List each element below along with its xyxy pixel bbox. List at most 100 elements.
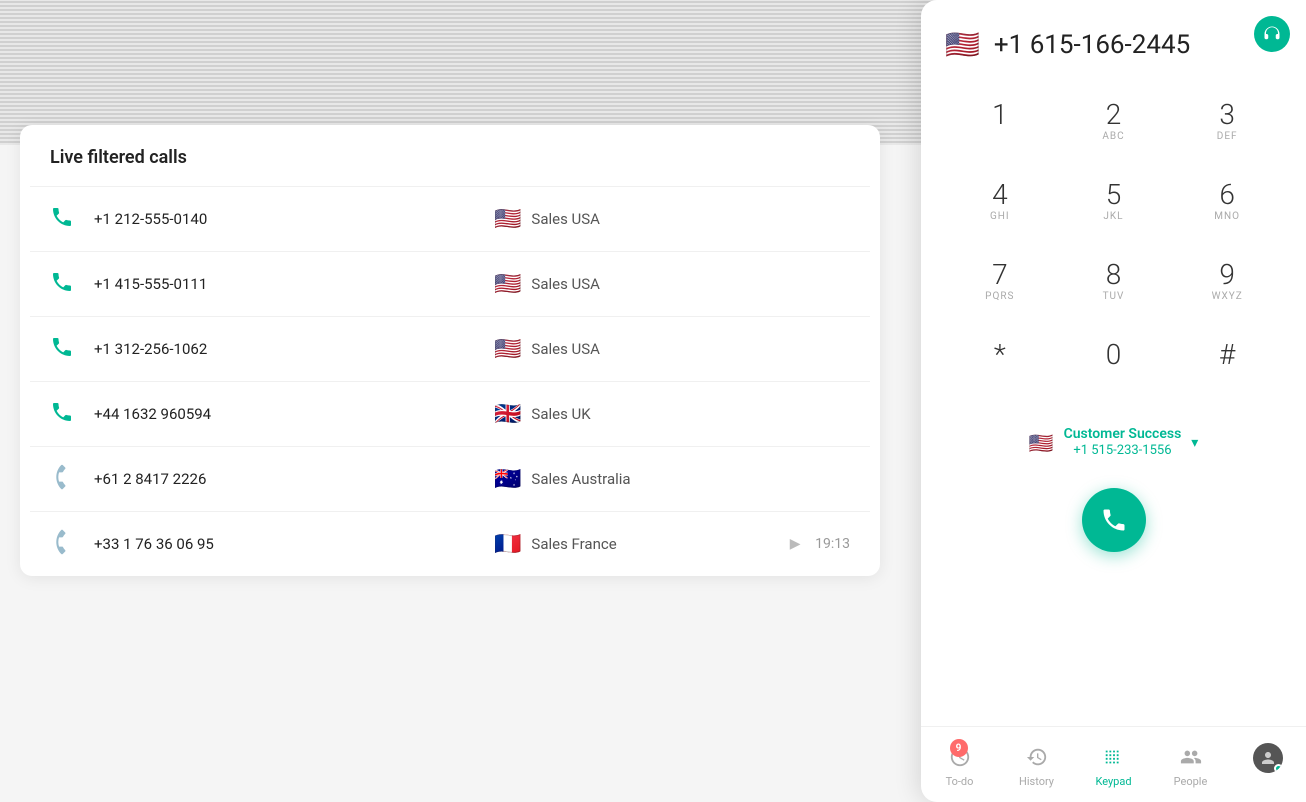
call-type-icon <box>50 335 78 363</box>
keypad-key-2[interactable]: 2 ABC <box>1059 85 1169 161</box>
call-type-icon <box>50 530 78 558</box>
nav-item-todo[interactable]: 9 To-do <box>921 737 998 794</box>
keypad-key-3[interactable]: 3 DEF <box>1172 85 1282 161</box>
call-type-icon <box>50 270 78 298</box>
nav-label: Keypad <box>1095 775 1131 788</box>
keypad-key-8[interactable]: 8 TUV <box>1059 245 1169 321</box>
key-letters: JKL <box>1103 211 1123 225</box>
keypad-key-5[interactable]: 5 JKL <box>1059 165 1169 241</box>
key-digit: * <box>994 341 1006 369</box>
nav-item-keypad[interactable]: Keypad <box>1075 737 1152 794</box>
keypad-key-1[interactable]: 1 <box>945 85 1055 161</box>
key-letters: PQRS <box>985 291 1014 305</box>
key-digit: 7 <box>992 261 1008 289</box>
call-team: 🇫🇷 Sales France <box>494 532 617 557</box>
dialer-number-row: 🇺🇸 +1 615-166-2445 × <box>921 0 1306 81</box>
call-type-icon <box>50 465 78 493</box>
key-digit: 6 <box>1219 181 1235 209</box>
key-digit: # <box>1219 341 1235 369</box>
keypad-key-0[interactable]: 0 <box>1059 325 1169 401</box>
call-button-row <box>921 476 1306 572</box>
nav-item-history[interactable]: History <box>998 737 1075 794</box>
dialer-popup: 🇺🇸 +1 615-166-2445 × 1 2 ABC 3 DEF 4 GHI… <box>921 0 1306 802</box>
call-team-name: Sales USA <box>531 210 600 228</box>
key-digit: 4 <box>992 181 1008 209</box>
nav-label: To-do <box>946 775 974 788</box>
key-letters: ABC <box>1102 131 1124 145</box>
chevron-down-icon[interactable]: ▾ <box>1191 435 1198 451</box>
key-letters: WXYZ <box>1212 291 1243 305</box>
key-letters: TUV <box>1103 291 1125 305</box>
nav-label: People <box>1174 775 1208 788</box>
from-name: Customer Success <box>1064 425 1182 443</box>
from-number-display: Customer Success +1 515-233-1556 <box>1064 425 1182 460</box>
people-icon <box>1177 743 1205 771</box>
call-row[interactable]: +44 1632 960594 🇬🇧 Sales UK <box>30 381 870 446</box>
key-letters: GHI <box>990 211 1010 225</box>
headset-icon[interactable] <box>1254 16 1290 52</box>
call-row[interactable]: +1 415-555-0111 🇺🇸 Sales USA <box>30 251 870 316</box>
key-letters: DEF <box>1217 131 1238 145</box>
keypad-key-9[interactable]: 9 WXYZ <box>1172 245 1282 321</box>
dialer-nav: 9 To-do History Keypad People <box>921 726 1306 802</box>
call-team: 🇦🇺 Sales Australia <box>494 467 631 492</box>
keypad-key-4[interactable]: 4 GHI <box>945 165 1055 241</box>
key-digit: 2 <box>1106 101 1122 129</box>
key-digit: 1 <box>992 101 1008 129</box>
dialer-number-display: +1 615-166-2445 <box>994 30 1249 60</box>
key-letters: MNO <box>1214 211 1240 225</box>
nav-item-avatar[interactable] <box>1229 737 1306 794</box>
keypad-key-7[interactable]: 7 PQRS <box>945 245 1055 321</box>
keypad-key-*[interactable]: * <box>945 325 1055 401</box>
call-row[interactable]: +1 212-555-0140 🇺🇸 Sales USA <box>30 186 870 251</box>
keypad-key-#[interactable]: # <box>1172 325 1282 401</box>
call-row[interactable]: +61 2 8417 2226 🇦🇺 Sales Australia <box>30 446 870 511</box>
call-row[interactable]: +1 312-256-1062 🇺🇸 Sales USA <box>30 316 870 381</box>
call-flag-icon: 🇫🇷 <box>494 532 521 557</box>
key-digit: 5 <box>1106 181 1122 209</box>
avatar-online-dot <box>1274 764 1283 773</box>
calls-panel-header: Live filtered calls <box>20 125 880 186</box>
key-digit: 3 <box>1219 101 1235 129</box>
call-row[interactable]: +33 1 76 36 06 95 🇫🇷 Sales France ▶ 19:1… <box>30 511 870 576</box>
keypad-grid: 1 2 ABC 3 DEF 4 GHI 5 JKL 6 MNO 7 PQRS 8… <box>921 81 1306 405</box>
call-team: 🇺🇸 Sales USA <box>494 337 600 362</box>
call-team-name: Sales USA <box>531 275 600 293</box>
call-flag-icon: 🇦🇺 <box>494 467 521 492</box>
from-number-row[interactable]: 🇺🇸 Customer Success +1 515-233-1556 ▾ <box>921 409 1306 476</box>
call-number: +61 2 8417 2226 <box>94 470 314 488</box>
call-team: 🇺🇸 Sales USA <box>494 207 600 232</box>
nav-label: History <box>1019 775 1054 788</box>
user-avatar <box>1253 743 1283 773</box>
call-flag-icon: 🇬🇧 <box>494 402 521 427</box>
call-duration: 19:13 <box>815 536 850 552</box>
history-icon <box>1023 743 1051 771</box>
from-flag: 🇺🇸 <box>1029 431 1054 455</box>
keypad-key-6[interactable]: 6 MNO <box>1172 165 1282 241</box>
call-type-icon <box>50 205 78 233</box>
play-icon[interactable]: ▶ <box>783 532 807 556</box>
from-number-small: +1 515-233-1556 <box>1073 443 1171 460</box>
call-team-name: Sales USA <box>531 340 600 358</box>
call-number: +33 1 76 36 06 95 <box>94 535 314 553</box>
call-flag-icon: 🇺🇸 <box>494 337 521 362</box>
call-team-name: Sales France <box>531 535 616 553</box>
key-digit: 9 <box>1219 261 1235 289</box>
call-number: +1 312-256-1062 <box>94 340 314 358</box>
call-button[interactable] <box>1082 488 1146 552</box>
nav-badge: 9 <box>950 739 968 757</box>
call-flag-icon: 🇺🇸 <box>494 207 521 232</box>
call-team-name: Sales Australia <box>531 470 630 488</box>
key-digit: 0 <box>1106 341 1122 369</box>
calls-panel: Live filtered calls +1 212-555-0140 🇺🇸 S… <box>20 125 880 576</box>
call-team-name: Sales UK <box>531 405 590 423</box>
call-time: ▶ 19:13 <box>783 532 850 556</box>
calls-list: +1 212-555-0140 🇺🇸 Sales USA +1 415-555-… <box>20 186 880 576</box>
key-digit: 8 <box>1106 261 1122 289</box>
call-team: 🇺🇸 Sales USA <box>494 272 600 297</box>
nav-item-people[interactable]: People <box>1152 737 1229 794</box>
call-number: +44 1632 960594 <box>94 405 314 423</box>
call-type-icon <box>50 400 78 428</box>
dialer-flag: 🇺🇸 <box>945 28 980 61</box>
call-number: +1 212-555-0140 <box>94 210 314 228</box>
